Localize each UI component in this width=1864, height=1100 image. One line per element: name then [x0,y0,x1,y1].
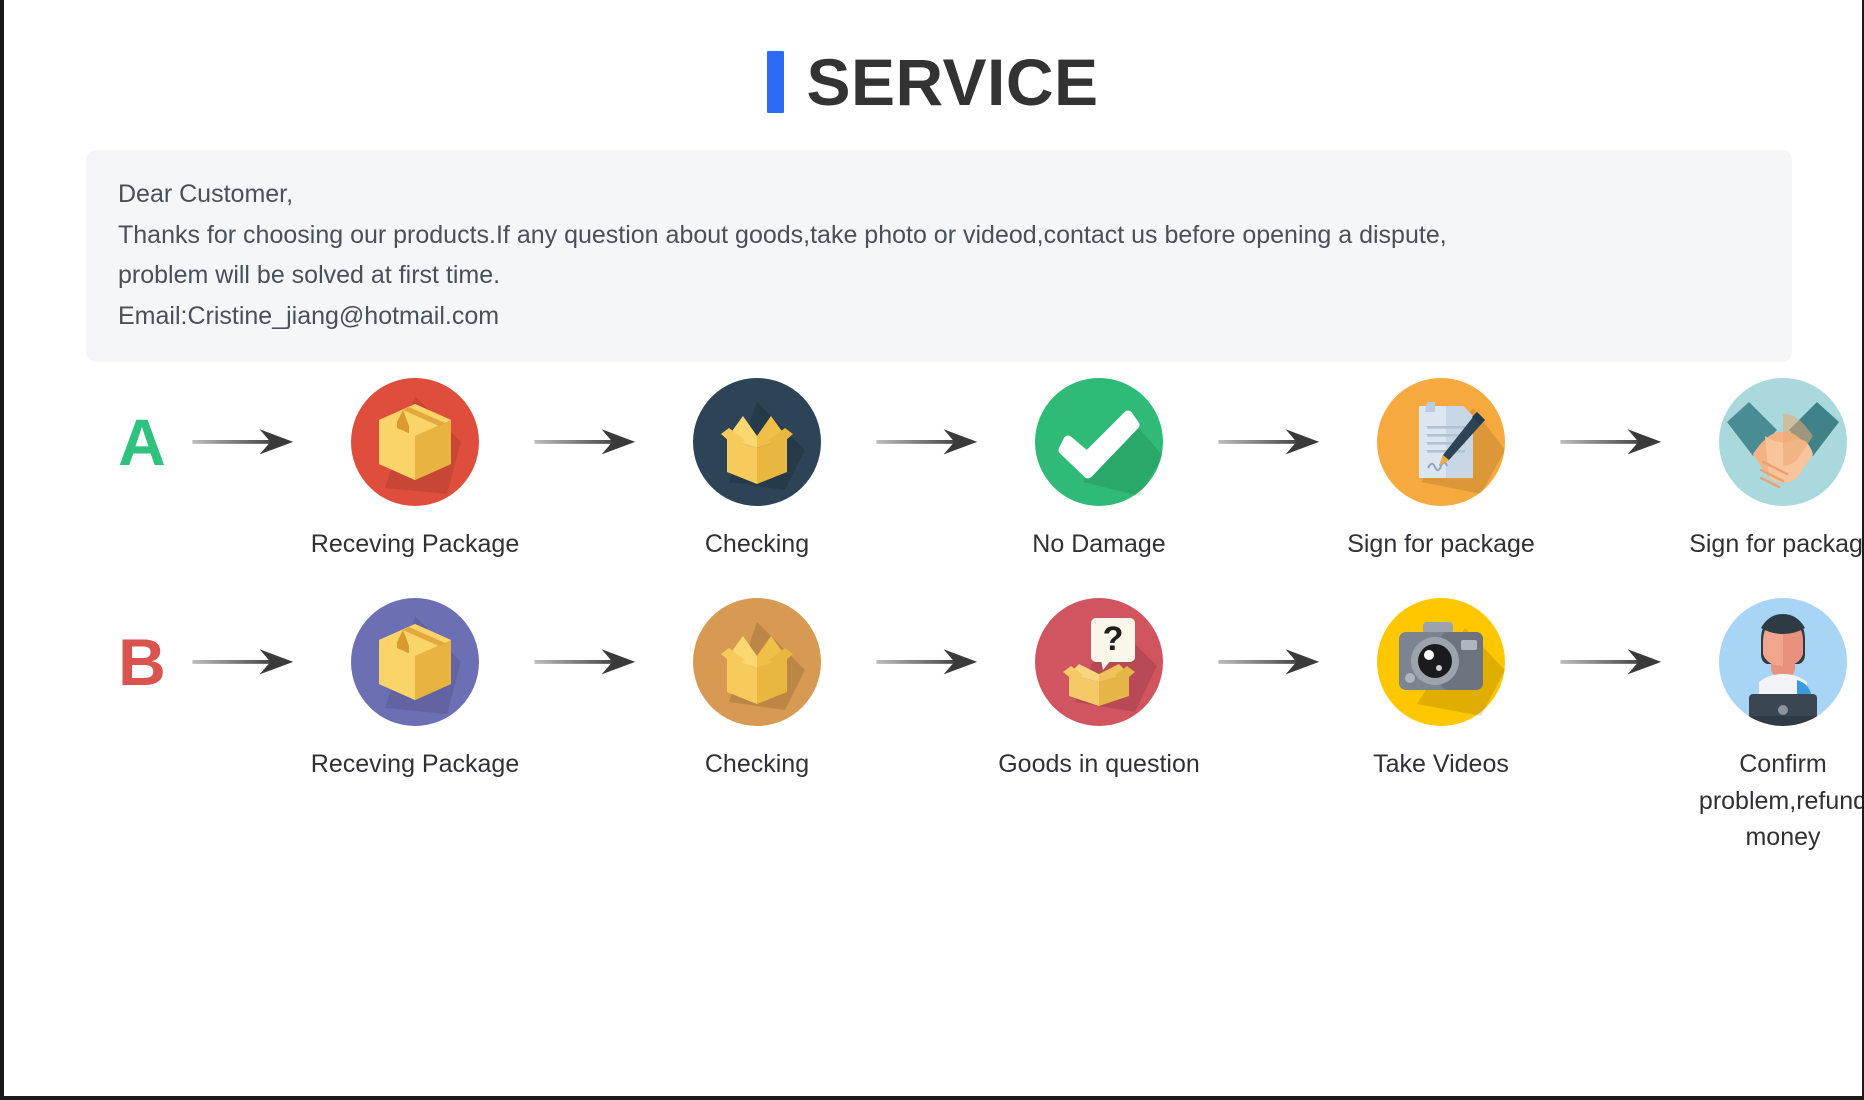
arrow-right-icon [1216,598,1324,726]
step-a-5: Sign for package [1666,378,1864,562]
step-label: Take Videos [1373,750,1509,779]
page-title-text: SERVICE [806,45,1099,119]
step-label: Checking [704,530,810,558]
process-flow-row-b: B Receving Package Checking ? Goods in q… [4,598,1862,855]
closed-package-box-icon [351,378,479,506]
row-b-badge: B [94,598,190,726]
step-label: Confirm problem,refund money [1698,750,1864,851]
page-title: SERVICE [4,0,1862,118]
step-label: No Damage [1032,530,1166,558]
document-pen-sign-icon [1377,378,1505,506]
arrow-right-icon [532,378,640,506]
open-package-box-icon [693,378,821,506]
arrow-right-icon [874,378,982,506]
arrow-right-icon [190,598,298,726]
arrow-right-icon [532,598,640,726]
handshake-icon [1719,378,1847,506]
closed-package-box-icon [351,598,479,727]
step-label: Sign for package [1689,530,1864,558]
process-flow-row-a: A Receving Package Checking No Damage Si… [4,378,1862,562]
step-a-4: Sign for package [1324,378,1558,562]
notice-line-2: Thanks for choosing our products.If any … [118,220,1447,249]
step-label: Sign for package [1347,530,1535,558]
row-badge-label: B [118,625,166,700]
step-a-1: Receving Package [298,378,532,562]
step-b-5: Confirm problem,refund money [1666,598,1864,855]
step-b-1: Receving Package [298,598,532,782]
step-label: Goods in question [998,750,1200,779]
arrow-right-icon [1558,598,1666,726]
title-accent-bar [767,51,785,113]
step-a-2: Checking [640,378,874,562]
arrow-right-icon [874,598,982,726]
camera-icon [1377,598,1505,727]
arrow-right-icon [1558,378,1666,506]
step-label: Checking [704,750,810,779]
arrow-right-icon [190,378,298,506]
step-label: Receving Package [310,750,520,779]
arrow-right-icon [1216,378,1324,506]
support-agent-person-icon [1719,598,1847,727]
notice-line-4: Email:Cristine_jiang@hotmail.com [118,301,500,330]
service-info-page: SERVICE Dear Customer, Thanks for choosi… [0,0,1864,1100]
step-b-2: Checking [640,598,874,782]
question-box-icon: ? [1035,598,1163,727]
check-mark-icon [1035,378,1163,506]
step-b-4: Take Videos [1324,598,1558,782]
customer-notice-box: Dear Customer, Thanks for choosing our p… [86,150,1792,362]
svg-text:?: ? [1103,620,1124,658]
open-package-box-icon [693,598,821,727]
step-label: Receving Package [310,530,520,558]
row-badge-label: A [118,405,166,479]
notice-line-1: Dear Customer, [118,180,294,208]
notice-line-3: problem will be solved at first time. [118,261,501,289]
step-b-3: ? Goods in question [982,598,1216,782]
step-a-3: No Damage [982,378,1216,562]
row-a-badge: A [94,378,190,506]
